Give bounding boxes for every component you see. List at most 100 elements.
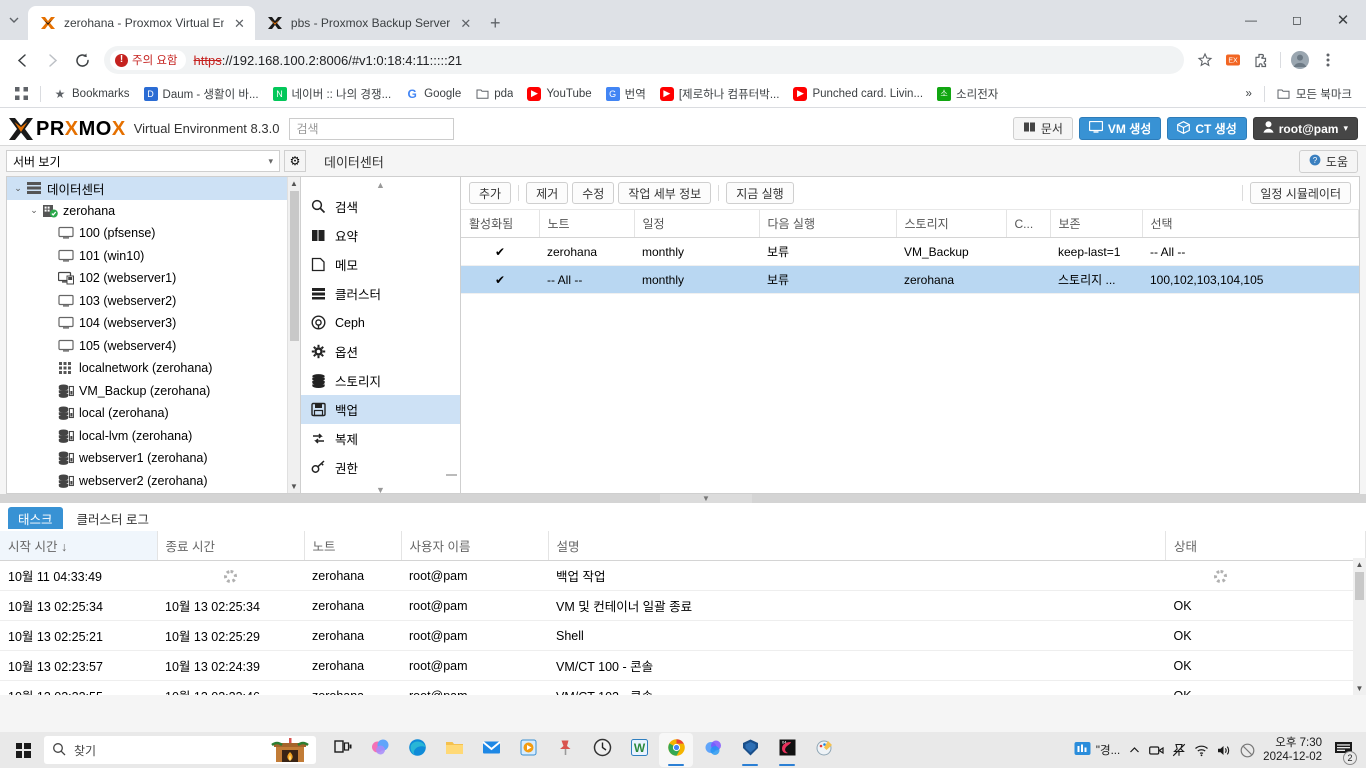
bookmark-item-0[interactable]: ★ Bookmarks (47, 84, 136, 104)
tree-item-0[interactable]: ⌄ 데이터센터 (7, 177, 300, 200)
avatar[interactable] (1287, 47, 1313, 73)
backup-column-header-0[interactable]: 활성화됨 (461, 210, 540, 238)
user-menu-button[interactable]: root@pam ▾ (1252, 117, 1358, 140)
taskbar-app-chrome[interactable] (659, 733, 693, 767)
bookmark-item-5[interactable]: ▶ YouTube (521, 84, 597, 104)
taskbar-app-copilot[interactable] (363, 733, 397, 767)
search-input[interactable]: 검색 (289, 117, 455, 140)
start-button[interactable] (6, 733, 40, 767)
menu-scroll-down-icon[interactable]: ▼ (301, 482, 460, 494)
maximize-button[interactable]: ◻ (1274, 0, 1320, 40)
tree-item-12[interactable]: webserver1 (zerohana) (7, 447, 300, 470)
edit-button[interactable]: 수정 (572, 182, 615, 204)
remove-button[interactable]: 제거 (526, 182, 569, 204)
all-bookmarks-button[interactable]: 모든 북마크 (1271, 83, 1358, 105)
menu-item-메모[interactable]: 메모 (301, 250, 460, 279)
view-selector[interactable]: 서버 보기 ▾ (6, 150, 280, 172)
job-detail-button[interactable]: 작업 세부 정보 (618, 182, 712, 204)
scroll-up-icon[interactable]: ▲ (1353, 558, 1366, 571)
browser-tab-0[interactable]: zerohana - Proxmox Virtual En ✕ (28, 6, 255, 40)
bookmark-item-2[interactable]: N 네이버 :: 나의 경쟁... (267, 83, 398, 105)
backup-column-header-5[interactable]: C... (1006, 210, 1051, 238)
taskbar-app-edge[interactable] (400, 733, 434, 767)
log-column-header-1[interactable]: 종료 시간 (157, 531, 305, 561)
tree-item-4[interactable]: 102 (webserver1) (7, 267, 300, 290)
taskbar-app-pin[interactable] (548, 733, 582, 767)
bookmark-item-7[interactable]: ▶ [제로하나 컴퓨터박... (654, 83, 786, 105)
menu-item-권한[interactable]: 권한 (301, 453, 460, 482)
log-column-header-5[interactable]: 상태 (1165, 531, 1366, 561)
taskbar-app-mail[interactable] (474, 733, 508, 767)
log-row[interactable]: 10월 13 02:25:21 10월 13 02:25:29 zerohana ro… (0, 620, 1366, 651)
bookmark-item-4[interactable]: pda (469, 84, 519, 104)
extension-orange-icon[interactable]: EX (1220, 47, 1246, 73)
log-row[interactable]: 10월 13 02:22:5510월 13 02:23:46zerohanaro… (0, 680, 1366, 695)
scroll-down-icon[interactable]: ▼ (1353, 682, 1366, 695)
taskbar-app-file-explorer[interactable] (437, 733, 471, 767)
backup-column-header-7[interactable]: 선택 (1142, 210, 1359, 238)
log-row[interactable]: 10월 11 04:33:49 zerohana root@pam 백업 작업 (0, 560, 1366, 591)
expand-chevron-icon[interactable]: ⌄ (27, 205, 41, 216)
collapse-chevron-icon[interactable]: ▼ (660, 494, 752, 503)
chrome-menu-icon[interactable] (1315, 47, 1341, 73)
tree-item-7[interactable]: 105 (webserver4) (7, 335, 300, 358)
backup-column-header-6[interactable]: 보존 (1050, 210, 1143, 238)
menu-item-검색[interactable]: 검색 (301, 192, 460, 221)
chevron-up-icon[interactable] (1128, 744, 1141, 757)
address-bar[interactable]: ! 주의 요함 https://192.168.100.2:8006/#v1:0… (104, 46, 1184, 74)
log-column-header-3[interactable]: 사용자 이름 (401, 531, 549, 561)
tray-active-app[interactable]: "경... (1074, 740, 1120, 760)
browser-tab-1[interactable]: pbs - Proxmox Backup Server ✕ (255, 6, 481, 40)
extensions-puzzle-icon[interactable] (1248, 47, 1274, 73)
log-row[interactable]: 10월 13 02:25:34 10월 13 02:25:34 zerohana ro… (0, 590, 1366, 621)
taskbar-search-box[interactable]: 찾기 (44, 736, 316, 764)
menu-item-클러스터[interactable]: 클러스터 (301, 279, 460, 308)
bookmark-item-9[interactable]: 소 소리전자 (931, 83, 1004, 105)
camera-icon[interactable] (1149, 744, 1164, 757)
log-column-header-2[interactable]: 노트 (304, 531, 402, 561)
menu-resize-handle[interactable] (446, 474, 457, 476)
table-row[interactable]: ✔ -- All -- monthly 보류 zerohana 스토리지 ... 100,1… (461, 265, 1359, 294)
docs-button[interactable]: 문서 (1012, 117, 1073, 140)
backup-column-header-4[interactable]: 스토리지 (896, 210, 1007, 238)
log-scrollbar[interactable]: ▲ ▼ (1353, 558, 1366, 695)
menu-item-복제[interactable]: 복제 (301, 424, 460, 453)
tab-tasks[interactable]: 태스크 (8, 507, 63, 529)
tree-item-2[interactable]: 100 (pfsense) (7, 222, 300, 245)
menu-item-요약[interactable]: 요약 (301, 221, 460, 250)
security-warning-badge[interactable]: ! 주의 요함 (110, 50, 186, 70)
minimize-button[interactable]: — (1228, 0, 1274, 40)
scroll-up-icon[interactable]: ▲ (288, 177, 300, 190)
back-button-icon[interactable] (8, 46, 36, 74)
close-window-button[interactable]: ✕ (1320, 0, 1366, 40)
tree-item-9[interactable]: VM_Backup (zerohana) (7, 380, 300, 403)
tree-item-13[interactable]: webserver2 (zerohana) (7, 470, 300, 493)
run-now-button[interactable]: 지금 실행 (726, 182, 794, 204)
tree-item-6[interactable]: 104 (webserver3) (7, 312, 300, 335)
tree-item-3[interactable]: 101 (win10) (7, 245, 300, 268)
gear-icon[interactable]: ⚙ (284, 150, 306, 172)
close-icon[interactable]: ✕ (460, 17, 471, 30)
create-vm-button[interactable]: VM 생성 (1078, 117, 1162, 140)
clock[interactable]: 오후 7:30 2024-12-02 (1263, 736, 1322, 765)
taskbar-app-whale-app[interactable]: W (622, 733, 656, 767)
backup-column-header-3[interactable]: 다음 실행 (759, 210, 897, 238)
bookmark-star-icon[interactable] (1192, 47, 1218, 73)
taskbar-app-blue-shield[interactable] (733, 733, 767, 767)
log-row[interactable]: 10월 13 02:23:57 10월 13 02:24:39 zerohana ro… (0, 650, 1366, 681)
scrollbar-thumb[interactable] (290, 191, 299, 341)
reload-button-icon[interactable] (68, 46, 96, 74)
backup-column-header-2[interactable]: 일정 (634, 210, 760, 238)
taskbar-app-paint[interactable] (807, 733, 841, 767)
bookmark-item-6[interactable]: G 번역 (600, 83, 652, 105)
add-button[interactable]: 추가 (469, 182, 512, 204)
panel-splitter[interactable]: ▼ (0, 494, 1366, 503)
log-column-header-4[interactable]: 설명 (548, 531, 1166, 561)
taskbar-app-clock[interactable] (585, 733, 619, 767)
pin-icon[interactable] (1172, 743, 1186, 757)
tree-item-1[interactable]: ⌄ zerohana (7, 200, 300, 223)
bookmark-item-1[interactable]: D Daum - 생활이 바... (138, 83, 265, 105)
taskbar-app-office[interactable] (696, 733, 730, 767)
menu-item-스토리지[interactable]: 스토리지 (301, 366, 460, 395)
help-button[interactable]: ? 도움 (1298, 149, 1358, 173)
